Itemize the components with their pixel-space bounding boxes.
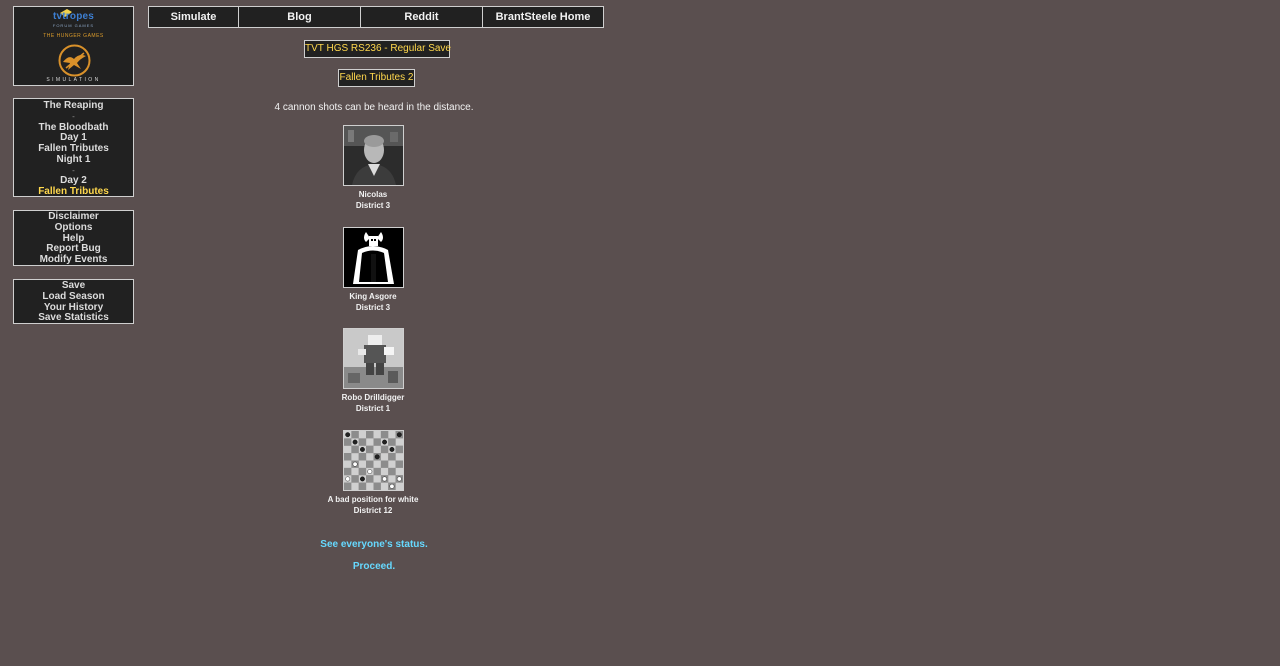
logo-brand-text: tvtropes [52,11,95,22]
nav-modify-events[interactable]: Modify Events [14,254,133,266]
topnav-blog[interactable]: Blog [238,7,360,27]
tribute-name: King Asgore [349,292,397,301]
page: tvtropes FORUM GAMES THE HUNGER GAMES SI… [0,0,1280,666]
tribute-name: Nicolas [358,190,388,199]
fallen-tribute-card: King Asgore District 3 [323,227,423,314]
person-photo-image [343,126,403,185]
phase-nav: The Reaping - The Bloodbath Day 1 Fallen… [13,98,134,197]
save-nav: Save Load Season Your History Save Stati… [13,279,134,324]
phase-title: Fallen Tributes 2 [338,69,415,87]
mockingjay-icon [58,44,91,77]
tribute-photo [342,227,404,288]
nav-the-reaping[interactable]: The Reaping [14,100,133,112]
site-logo[interactable]: tvtropes FORUM GAMES THE HUNGER GAMES SI… [14,7,133,85]
nav-load-season[interactable]: Load Season [14,291,133,303]
tribute-district: District 3 [355,200,391,210]
fallen-tribute-card: A bad position for white District 12 [323,430,423,517]
tribute-district: District 1 [355,403,391,413]
tribute-district: District 3 [355,302,391,312]
tribute-photo [342,125,404,186]
tribute-name: A bad position for white [327,495,419,504]
nav-save-statistics[interactable]: Save Statistics [14,312,133,324]
nav-night-1[interactable]: Night 1 [14,154,133,166]
chessboard-image [343,431,403,490]
logo-hunger-games: THE HUNGER GAMES [43,33,104,39]
info-nav: Disclaimer Options Help Report Bug Modif… [13,210,134,266]
save-title: TVT HGS RS236 - Regular Save [304,40,451,58]
tribute-photo [342,430,404,491]
asgore-sprite-image [343,228,403,287]
nav-separator: - [72,111,75,121]
fallen-tribute-card: Robo Drilldigger District 1 [323,328,423,415]
tribute-district: District 12 [353,505,393,515]
fallen-tribute-card: Nicolas District 3 [323,125,423,212]
top-navigation: Simulate Blog Reddit BrantSteele Home [148,6,604,28]
robot-photo-image [343,329,403,388]
tribute-name: Robo Drilldigger [341,393,405,402]
topnav-simulate[interactable]: Simulate [149,7,238,27]
topnav-brantsteele-home[interactable]: BrantSteele Home [482,7,603,27]
nav-fallen-tributes-2-current[interactable]: Fallen Tributes [14,186,133,198]
logo-subtitle: FORUM GAMES [52,23,95,28]
cannon-text: 4 cannon shots can be heard in the dista… [274,102,474,113]
nav-options[interactable]: Options [14,222,133,234]
tribute-photo [342,328,404,389]
proceed-link[interactable]: Proceed. [148,561,600,572]
logo-box[interactable]: tvtropes FORUM GAMES THE HUNGER GAMES SI… [13,6,134,86]
logo-simulation: SIMULATION [46,77,101,83]
see-status-link[interactable]: See everyone's status. [148,539,600,550]
topnav-reddit[interactable]: Reddit [360,7,482,27]
